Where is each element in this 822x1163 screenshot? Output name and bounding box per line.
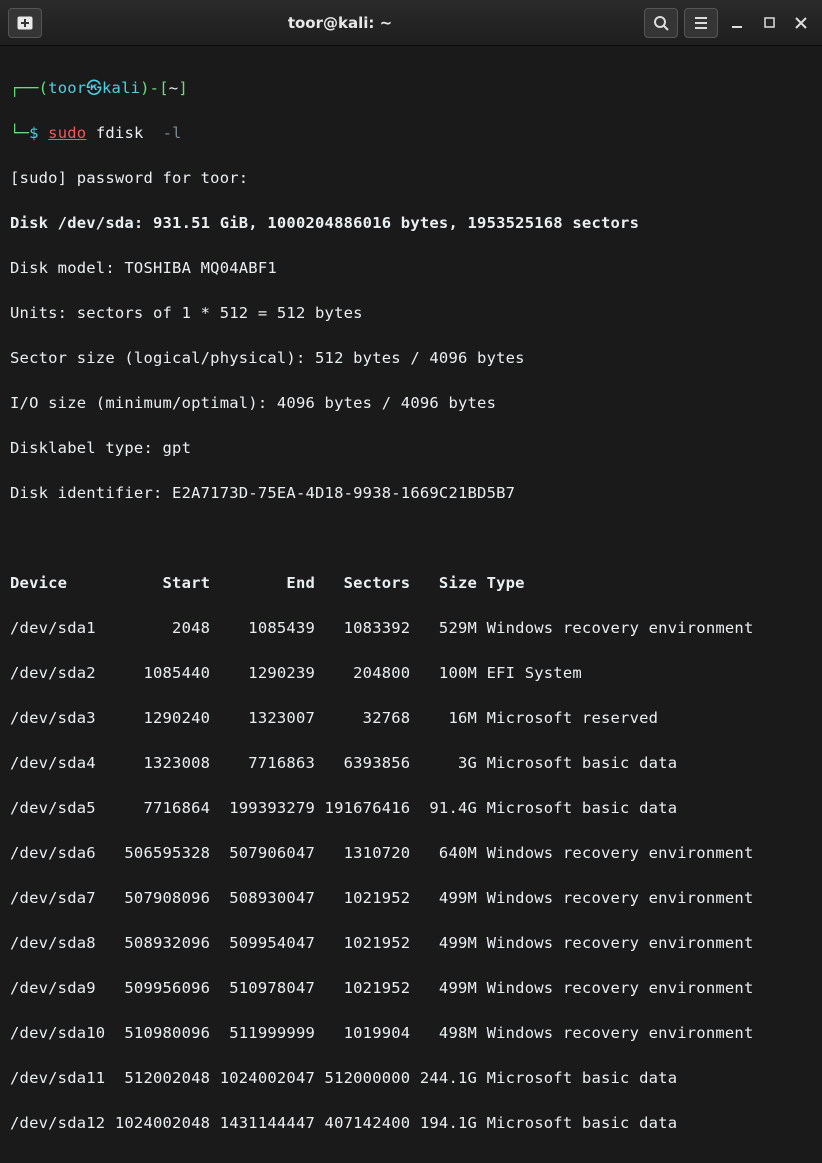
disk-identifier-line: Disk identifier: E2A7173D-75EA-4D18-9938… <box>10 482 816 505</box>
new-tab-button[interactable] <box>8 8 42 38</box>
close-button[interactable] <box>788 10 814 36</box>
table-row: /dev/sda1 2048 1085439 1083392 529M Wind… <box>10 617 816 640</box>
table-row: /dev/sda12 1024002048 1431144447 4071424… <box>10 1112 816 1135</box>
table-row: /dev/sda8 508932096 509954047 1021952 49… <box>10 932 816 955</box>
hamburger-icon <box>694 16 708 30</box>
new-tab-icon <box>17 16 33 30</box>
window-title: toor@kali: ~ <box>42 14 638 32</box>
table-header: Device Start End Sectors Size Type <box>10 572 816 595</box>
minimize-icon <box>731 17 743 29</box>
table-row: /dev/sda6 506595328 507906047 1310720 64… <box>10 842 816 865</box>
io-size-line: I/O size (minimum/optimal): 4096 bytes /… <box>10 392 816 415</box>
blank-line <box>10 527 816 550</box>
minimize-button[interactable] <box>724 10 750 36</box>
disk-summary-line: Disk /dev/sda: 931.51 GiB, 1000204886016… <box>10 212 816 235</box>
table-row: /dev/sda9 509956096 510978047 1021952 49… <box>10 977 816 1000</box>
maximize-icon <box>764 17 775 28</box>
table-row: /dev/sda2 1085440 1290239 204800 100M EF… <box>10 662 816 685</box>
search-button[interactable] <box>644 8 678 38</box>
prompt-line-2: └─$ sudo fdisk -l <box>10 122 816 145</box>
disklabel-type-line: Disklabel type: gpt <box>10 437 816 460</box>
search-icon <box>653 15 669 31</box>
table-row: /dev/sda10 510980096 511999999 1019904 4… <box>10 1022 816 1045</box>
units-line: Units: sectors of 1 * 512 = 512 bytes <box>10 302 816 325</box>
close-icon <box>795 17 807 29</box>
table-row: /dev/sda7 507908096 508930047 1021952 49… <box>10 887 816 910</box>
table-row: /dev/sda11 512002048 1024002047 51200000… <box>10 1067 816 1090</box>
table-row: /dev/sda5 7716864 199393279 191676416 91… <box>10 797 816 820</box>
prompt-line-1: ┌──(toor㉿kali)-[~] <box>10 77 816 100</box>
sector-size-line: Sector size (logical/physical): 512 byte… <box>10 347 816 370</box>
table-row: /dev/sda3 1290240 1323007 32768 16M Micr… <box>10 707 816 730</box>
table-row: /dev/sda4 1323008 7716863 6393856 3G Mic… <box>10 752 816 775</box>
maximize-button[interactable] <box>756 10 782 36</box>
sudo-password-line: [sudo] password for toor: <box>10 167 816 190</box>
menu-button[interactable] <box>684 8 718 38</box>
terminal-output[interactable]: ┌──(toor㉿kali)-[~] └─$ sudo fdisk -l [su… <box>0 46 822 1163</box>
titlebar: toor@kali: ~ <box>0 0 822 46</box>
disk-model-line: Disk model: TOSHIBA MQ04ABF1 <box>10 257 816 280</box>
